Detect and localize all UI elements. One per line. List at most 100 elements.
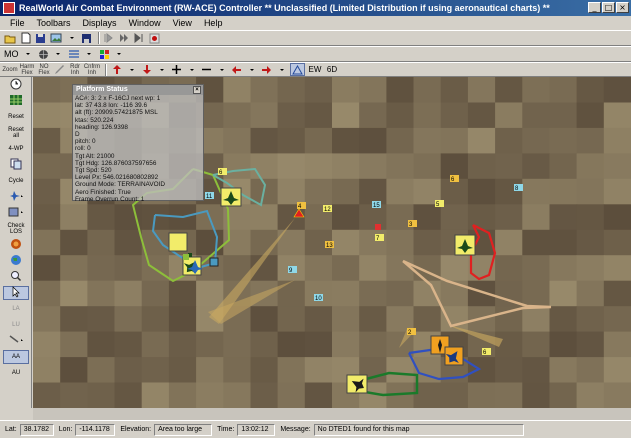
sidebar-btn-clock[interactable] [3,78,29,92]
sidebar-btn-check-los[interactable]: Check LOS [3,222,29,236]
dropdown-chevron-icon[interactable] [185,63,198,76]
dropdown-chevron-icon[interactable] [113,48,126,61]
sidebar-btn-target[interactable] [3,238,29,252]
map-label[interactable]: 6 [482,348,491,356]
aircraft-icon [8,190,24,204]
plus-icon[interactable] [170,63,183,76]
map-label[interactable]: 8 [514,184,523,192]
sidebar-btn-reset-all[interactable]: Reset all [3,126,29,140]
record-icon[interactable] [148,32,161,45]
menu-displays[interactable]: Displays [77,18,123,28]
arrow-up-icon[interactable] [110,63,123,76]
menu-window[interactable]: Window [123,18,167,28]
close-button[interactable]: × [616,2,629,13]
map-label[interactable]: 15 [372,201,381,209]
harm-flex-label: Harm Flex [19,63,35,76]
dropdown-chevron-icon[interactable] [245,63,258,76]
title-bar: RealWorld Air Combat Environment (RW-ACE… [0,0,631,16]
forward-icon[interactable] [133,32,146,45]
no-flex-button[interactable]: NO Flex [37,63,51,76]
sidebar-btn-au[interactable]: AU [3,366,29,380]
sidebar-btn-4-wp[interactable]: 4-WP [3,142,29,156]
maximize-button[interactable]: □ [602,2,615,13]
tactical-map[interactable]: 6 11 4 12 15 13 7 9 3 5 8 6 6 10 2 Platform Status × A… [33,77,631,408]
sidebar-btn-aircraft-list[interactable] [3,94,29,108]
menu-bar: File Toolbars Displays Window View Help [0,16,631,30]
minus-icon[interactable] [200,63,213,76]
save-icon[interactable] [34,32,47,45]
no-flex-label: NO Flex [38,63,50,76]
platform-status-line: pitch: 0 [75,138,96,146]
dropdown-chevron-icon[interactable] [83,48,96,61]
horizontal-scrollbar[interactable] [33,408,631,420]
sidebar-btn-zoom-tool[interactable] [3,270,29,284]
back-icon[interactable] [103,32,116,45]
menu-help[interactable]: Help [198,18,229,28]
map-label[interactable]: 12 [323,205,332,213]
menu-view[interactable]: View [167,18,198,28]
sidebar-label-cycle: Cycle [8,178,24,184]
picture-icon[interactable] [49,32,63,45]
arrow-down-icon[interactable] [140,63,153,76]
map-label[interactable]: 2 [407,328,416,336]
toolbar-separator [98,32,100,44]
pointer-icon [11,286,21,300]
color-grid-icon[interactable] [98,48,111,61]
close-icon[interactable]: × [193,86,201,94]
new-file-icon[interactable] [19,32,32,45]
6d-button[interactable]: 6D [325,63,339,76]
map-label[interactable]: 10 [314,294,323,302]
sidebar-label-check-los: Check LOS [7,223,25,235]
save-as-icon[interactable] [80,32,93,45]
arrow-right-icon[interactable] [260,63,273,76]
sidebar-btn-tool-select[interactable] [3,206,29,220]
map-label[interactable]: 5 [435,200,444,208]
map-label[interactable]: 7 [375,234,384,242]
sidebar-btn-copy[interactable] [3,158,29,172]
menu-toolbars[interactable]: Toolbars [31,18,77,28]
dropdown-chevron-icon[interactable] [215,63,228,76]
sidebar-btn-lu[interactable]: LU [3,318,29,332]
status-bar: Lat: 38.1782 Lon: -114.1178 Elevation: A… [0,420,631,438]
map-label[interactable]: 6 [450,175,459,183]
map-label[interactable]: 11 [205,192,214,200]
sidebar-btn-globe[interactable] [3,254,29,268]
ew-button[interactable]: EW [307,63,323,76]
arrow-left-icon[interactable] [230,63,243,76]
menu-file[interactable]: File [4,18,31,28]
cnfrm-inh-button[interactable]: Cnfrm Inh [84,63,100,76]
pencil-icon[interactable] [53,63,66,76]
sidebar-btn-la[interactable]: LA [3,302,29,316]
sidebar-btn-pointer[interactable] [3,286,29,300]
tool-icon [8,206,24,220]
line-style-icon[interactable] [67,48,81,61]
map-label[interactable]: 3 [408,220,417,228]
globe-icon[interactable] [37,48,50,61]
platform-status-line: ktas: 520.224 [75,116,114,124]
zoom-button[interactable]: Zoom [2,63,17,76]
open-folder-icon[interactable] [3,32,17,45]
map-label[interactable]: 13 [325,241,334,249]
sidebar-btn-arrow[interactable] [3,334,29,348]
fast-forward-icon[interactable] [118,32,131,45]
platform-status-panel[interactable]: Platform Status × AC#: 3: 2 x F-16CJ nex… [72,84,204,203]
sidebar-btn-aircraft-select[interactable] [3,190,29,204]
dropdown-chevron-icon[interactable] [125,63,138,76]
dropdown-chevron-icon[interactable] [52,48,65,61]
map-label[interactable]: 4 [297,202,306,210]
sidebar-btn-cycle[interactable]: Cycle [3,174,29,188]
minimize-button[interactable]: _ [588,2,601,13]
sidebar-btn-aa[interactable]: AA [3,350,29,364]
map-label[interactable]: 9 [288,266,297,274]
dropdown-chevron-icon[interactable] [275,63,288,76]
harm-flex-button[interactable]: Harm Flex [19,63,35,76]
dropdown-chevron-icon[interactable] [155,63,168,76]
map-label[interactable]: 6 [218,168,227,176]
rdr-inh-button[interactable]: Rdr Inh [68,63,82,76]
sidebar-btn-reset[interactable]: Reset [3,110,29,124]
platform-status-line: Frame Overrun Count: 1 [75,195,145,203]
dropdown-chevron-icon[interactable] [65,32,78,45]
dropdown-chevron-icon[interactable] [22,48,35,61]
triangle-icon[interactable] [290,63,305,76]
map-label-text: 12 [324,207,331,213]
